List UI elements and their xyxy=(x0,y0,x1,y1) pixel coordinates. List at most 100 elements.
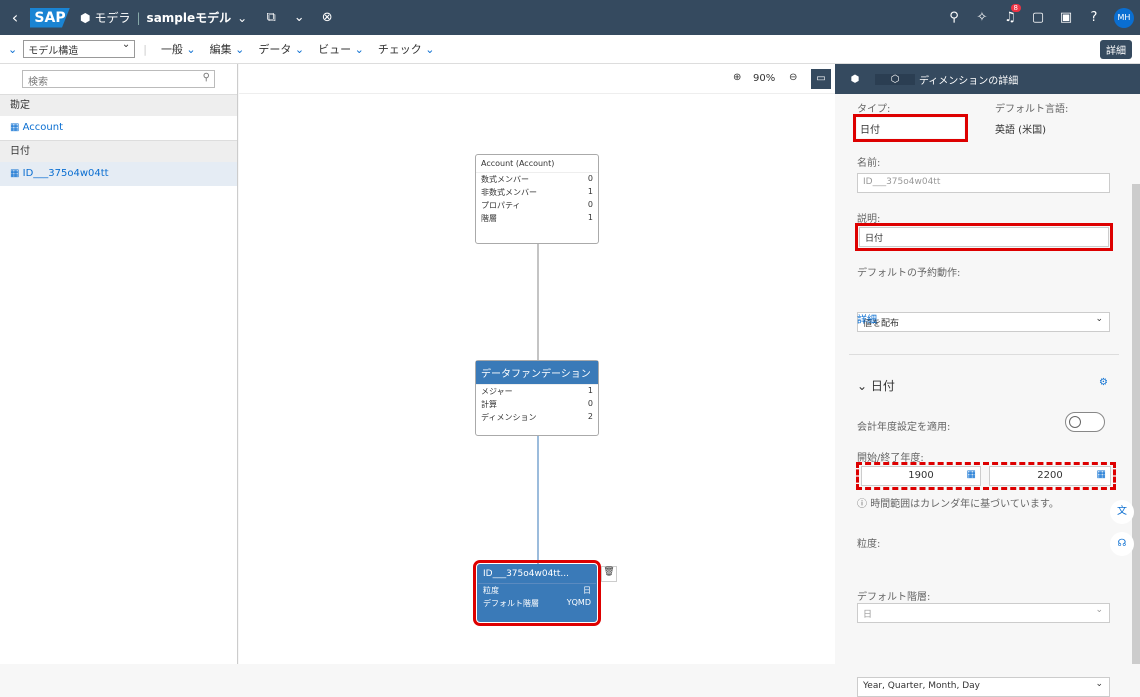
end-year-field[interactable]: 2200 ▦ xyxy=(989,466,1111,486)
menu-view[interactable]: ビュー xyxy=(318,41,364,57)
node-row-value: 0 xyxy=(587,174,593,183)
node-title: データファンデーション xyxy=(476,361,598,385)
name-field[interactable]: ID___375o4w04tt xyxy=(857,173,1110,193)
details-link[interactable]: 詳細 xyxy=(857,311,877,326)
details-button[interactable]: 詳細 xyxy=(1100,40,1132,59)
node-row-value: 1 xyxy=(587,213,593,222)
feedback-icon[interactable]: ▣ xyxy=(1052,10,1080,25)
end-year-value: 2200 xyxy=(1037,470,1063,481)
list-item-label: ID___375o4w04tt xyxy=(22,168,109,179)
cube-icon[interactable]: ⬢ xyxy=(835,74,875,85)
type-label: タイプ: xyxy=(857,104,891,115)
help-icon[interactable]: ? xyxy=(1080,10,1108,25)
info-text: ⓘ 時間範囲はカレンダ年に基づいています。 xyxy=(857,495,1059,510)
type-value: 日付 xyxy=(853,114,968,142)
breadcrumb-modeler[interactable]: モデラ xyxy=(94,9,130,26)
node-row-value: YQMD xyxy=(566,598,591,607)
discussion-icon[interactable]: ▢ xyxy=(1024,10,1052,25)
name-label: 名前: xyxy=(857,158,881,169)
search-input[interactable]: 検索 ⚲ xyxy=(22,70,215,88)
model-view-select[interactable]: モデル構造 xyxy=(23,39,136,58)
node-row: ディメンション 2 xyxy=(476,411,598,424)
toolbar: ⌄ モデル構造 | 一般 編集 データ ビュー チェック 詳細 xyxy=(0,35,1140,64)
list-item-account[interactable]: ▦ Account xyxy=(0,116,237,140)
node-row-label: 計算 xyxy=(481,400,497,409)
scrollbar[interactable] xyxy=(1132,184,1140,664)
node-row: メジャー 1 xyxy=(476,385,598,398)
cube-outline-icon[interactable]: ⬡ xyxy=(875,73,915,85)
node-row: 階層 1 xyxy=(476,212,598,225)
group-header-account: 勘定 xyxy=(0,94,237,116)
hierarchy-select[interactable]: Year, Quarter, Month, Day xyxy=(857,677,1110,697)
bell-icon[interactable]: ♫ 8 xyxy=(996,4,1024,25)
dimension-details-panel: ⬢ ⬡ ディメンションの詳細 タイプ: 日付 デフォルト言語: 英語 (米国) … xyxy=(835,64,1140,697)
node-row-value: 2 xyxy=(587,412,593,421)
menu-data[interactable]: データ xyxy=(258,41,304,57)
lang-label: デフォルト言語: xyxy=(995,104,1069,115)
search-placeholder: 検索 xyxy=(28,77,48,88)
granularity-label: 粒度: xyxy=(857,539,881,550)
calendar-icon[interactable]: ▦ xyxy=(1097,469,1106,480)
action-select[interactable]: 値を配布 xyxy=(857,312,1110,332)
node-title: Account (Account) xyxy=(476,155,598,173)
section-date-header[interactable]: ⌄ 日付 xyxy=(857,377,895,394)
search-icon[interactable]: ⚲ xyxy=(940,10,968,25)
node-row-label: デフォルト階層 xyxy=(483,599,539,608)
lang-value: 英語 (米国) xyxy=(995,125,1046,136)
fiscal-toggle[interactable] xyxy=(1065,412,1105,432)
assistant-icon[interactable]: ☊ xyxy=(1110,532,1134,556)
back-icon[interactable]: ‹ xyxy=(0,8,30,27)
dimension-list-panel: 検索 ⚲ 勘定 ▦ Account 日付 ▦ ID___375o4w04tt xyxy=(0,64,238,664)
chevron-down-icon[interactable]: ⌄ xyxy=(237,11,247,25)
close-circle-icon[interactable]: ⊗ xyxy=(313,10,341,25)
hierarchy-label: デフォルト階層: xyxy=(857,592,931,603)
action-label: デフォルトの予約動作: xyxy=(857,268,961,279)
search-icon[interactable]: ⚲ xyxy=(203,72,210,83)
description-field[interactable]: 日付 xyxy=(855,223,1113,251)
node-row-label: メジャー xyxy=(481,387,513,396)
node-title: ID___375o4w04tt... xyxy=(478,565,596,584)
trash-icon[interactable]: 🗑 xyxy=(601,566,617,582)
menu-general[interactable]: 一般 xyxy=(161,41,196,57)
menu-edit[interactable]: 編集 xyxy=(210,41,245,57)
lightbulb-icon[interactable]: ✧ xyxy=(968,10,996,25)
calendar-icon: ▦ xyxy=(10,168,23,179)
node-row-value: 0 xyxy=(587,399,593,408)
model-canvas[interactable]: ⊕ 90% ⊖ ▭ Account (Account) 数式メンバー 0 非数式メン… xyxy=(239,64,835,664)
avatar[interactable]: MH xyxy=(1114,7,1134,28)
group-header-date: 日付 xyxy=(0,140,237,162)
info-icon: ⓘ xyxy=(857,499,871,510)
translate-icon[interactable]: 文 xyxy=(1110,500,1134,524)
model-name[interactable]: sampleモデル xyxy=(147,9,232,26)
node-row-label: 数式メンバー xyxy=(481,175,529,184)
account-node[interactable]: Account (Account) 数式メンバー 0 非数式メンバー 1 プロパティ 0 階… xyxy=(475,154,599,244)
calendar-icon[interactable]: ▦ xyxy=(967,469,976,480)
date-node[interactable]: ID___375o4w04tt... 粒度 日デフォルト階層 YQMD xyxy=(473,560,601,626)
info-text-value: 時間範囲はカレンダ年に基づいています。 xyxy=(870,499,1059,510)
fiscal-label: 会計年度設定を適用: xyxy=(857,422,951,433)
menu-check[interactable]: チェック xyxy=(378,41,435,57)
sap-logo: SAP xyxy=(30,7,70,28)
node-row: プロパティ 0 xyxy=(476,199,598,212)
description-label: 説明: xyxy=(857,214,881,225)
node-row-label: 非数式メンバー xyxy=(481,188,537,197)
list-item-date[interactable]: ▦ ID___375o4w04tt xyxy=(0,162,237,186)
start-year-value: 1900 xyxy=(908,470,934,481)
node-row-label: プロパティ xyxy=(481,201,521,210)
data-foundation-node[interactable]: データファンデーション メジャー 1 計算 0 ディメンション 2 xyxy=(475,360,599,436)
node-row: デフォルト階層 YQMD xyxy=(478,597,596,610)
table-icon: ▦ xyxy=(10,122,23,133)
node-row-value: 1 xyxy=(587,187,593,196)
copy-icon[interactable]: ⧉ xyxy=(257,10,285,25)
node-row: 計算 0 xyxy=(476,398,598,411)
node-row-value: 0 xyxy=(587,200,593,209)
settings-icon[interactable]: ⚙ xyxy=(1099,377,1108,388)
start-year-field[interactable]: 1900 ▦ xyxy=(861,466,981,486)
panel-title: ディメンションの詳細 xyxy=(919,75,1019,87)
shell-bar: ‹ SAP ⬢ モデラ | sampleモデル ⌄ ⧉ ⌄ ⊗ ⚲ ✧ ♫ 8 ▢… xyxy=(0,0,1140,35)
chevron-down-icon: ⌄ xyxy=(857,379,871,393)
granularity-select[interactable]: 日 xyxy=(857,603,1110,623)
collapse-icon[interactable]: ⌄ xyxy=(8,43,17,56)
node-row-value: 日 xyxy=(583,586,591,595)
chevron-down-icon[interactable]: ⌄ xyxy=(285,10,313,25)
